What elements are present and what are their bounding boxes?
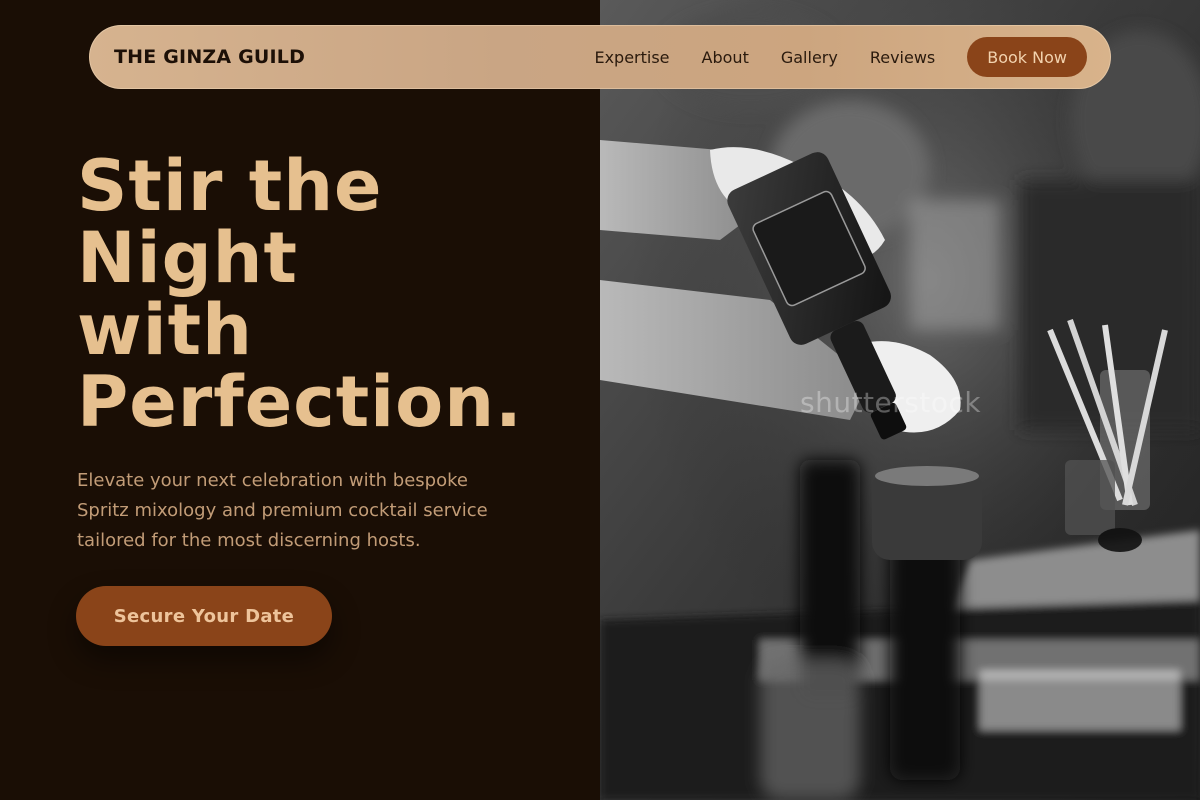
photo-watermark: shutterstock	[800, 386, 982, 419]
nav-link-expertise[interactable]: Expertise	[594, 48, 669, 67]
headline-line-4: Perfection.	[77, 361, 523, 443]
brand-logo[interactable]: THE GINZA GUILD	[114, 46, 305, 68]
hero-headline: Stir the Night with Perfection.	[77, 150, 557, 438]
nav-link-reviews[interactable]: Reviews	[870, 48, 935, 67]
headline-line-2: Night	[77, 217, 298, 299]
headline-line-1: Stir the	[77, 145, 383, 227]
book-now-button[interactable]: Book Now	[967, 37, 1087, 77]
landing-page: shutterstock THE GINZA GUILD Expertise A…	[0, 0, 1200, 800]
secure-your-date-button[interactable]: Secure Your Date	[76, 586, 332, 646]
nav-link-about[interactable]: About	[702, 48, 749, 67]
hero-subtext: Elevate your next celebration with bespo…	[77, 470, 488, 551]
top-navbar: THE GINZA GUILD Expertise About Gallery …	[89, 25, 1111, 89]
nav-link-gallery[interactable]: Gallery	[781, 48, 838, 67]
headline-line-3: with	[77, 289, 253, 371]
nav-links: Expertise About Gallery Reviews Book Now	[594, 37, 1087, 77]
